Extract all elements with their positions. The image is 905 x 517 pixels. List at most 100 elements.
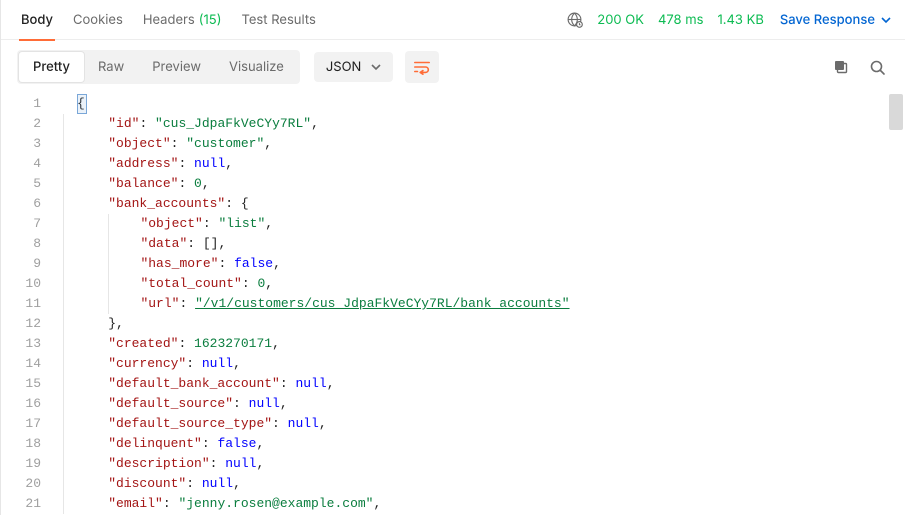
json-value: null xyxy=(295,376,326,391)
tab-test-results[interactable]: Test Results xyxy=(231,0,325,40)
json-link-value[interactable]: "/v1/customers/cus_JdpaFkVeCYy7RL/bank_a… xyxy=(195,296,569,311)
json-key: "id" xyxy=(108,116,139,131)
format-select[interactable]: JSON xyxy=(314,52,394,82)
tab-headers[interactable]: Headers (15) xyxy=(133,0,232,40)
json-key: "default_bank_account" xyxy=(108,376,280,391)
brace-open: { xyxy=(241,196,249,211)
line-number: 18 xyxy=(1,434,55,454)
line-number: 14 xyxy=(1,354,55,374)
chevron-down-icon xyxy=(881,15,891,25)
json-key: "delinquent" xyxy=(108,436,202,451)
code-line: 14 "currency": null, xyxy=(1,354,905,374)
json-key: "object" xyxy=(108,136,170,151)
tab-cookies-label: Cookies xyxy=(73,12,123,28)
json-value: false xyxy=(217,436,256,451)
json-value: "list" xyxy=(218,216,265,231)
code-line: 16 "default_source": null, xyxy=(1,394,905,414)
code-line: 17 "default_source_type": null, xyxy=(1,414,905,434)
code-line: 9 "has_more": false, xyxy=(1,254,905,274)
json-key: "default_source" xyxy=(108,396,233,411)
line-number: 21 xyxy=(1,494,55,514)
tab-headers-label: Headers xyxy=(143,12,195,28)
json-key: "balance" xyxy=(108,176,178,191)
line-number: 7 xyxy=(1,214,55,234)
json-key: "url" xyxy=(140,296,179,311)
wrap-lines-button[interactable] xyxy=(405,51,439,83)
json-key: "data" xyxy=(140,236,187,251)
line-number: 13 xyxy=(1,334,55,354)
json-value: "customer" xyxy=(186,136,264,151)
json-key: "default_source_type" xyxy=(108,416,272,431)
line-number: 6 xyxy=(1,194,55,214)
tab-cookies[interactable]: Cookies xyxy=(63,0,133,40)
status-size: 1.43 KB xyxy=(718,12,764,28)
line-number: 11 xyxy=(1,294,55,314)
save-response-button[interactable]: Save Response xyxy=(780,12,891,28)
code-line: 8 "data": [], xyxy=(1,234,905,254)
json-key: "object" xyxy=(140,216,202,231)
view-pretty-button[interactable]: Pretty xyxy=(19,52,84,82)
code-line: 5 "balance": 0, xyxy=(1,174,905,194)
line-number: 12 xyxy=(1,314,55,334)
copy-button[interactable] xyxy=(827,53,855,81)
code-line: 1 { xyxy=(1,94,905,114)
json-value: null xyxy=(249,396,280,411)
code-line: 12 }, xyxy=(1,314,905,334)
chevron-down-icon xyxy=(371,62,381,72)
view-raw-label: Raw xyxy=(98,59,124,75)
line-number: 15 xyxy=(1,374,55,394)
format-label: JSON xyxy=(326,59,362,75)
code-line: 4 "address": null, xyxy=(1,154,905,174)
response-meta: 200 OK 478 ms 1.43 KB xyxy=(566,11,764,28)
json-key: "address" xyxy=(108,156,178,171)
line-number: 2 xyxy=(1,114,55,134)
json-value: "cus_JdpaFkVeCYy7RL" xyxy=(155,116,311,131)
code-line: 13 "created": 1623270171, xyxy=(1,334,905,354)
wrap-icon xyxy=(413,59,431,75)
json-value: "jenny.rosen@example.com" xyxy=(178,496,373,511)
code-line: 7 "object": "list", xyxy=(1,214,905,234)
line-number: 16 xyxy=(1,394,55,414)
line-number: 20 xyxy=(1,474,55,494)
body-toolbar: Pretty Raw Preview Visualize JSON xyxy=(1,40,905,94)
json-value: 0 xyxy=(194,176,202,191)
json-value: false xyxy=(234,256,273,271)
code-line: 20 "discount": null, xyxy=(1,474,905,494)
json-key: "discount" xyxy=(108,476,186,491)
code-line: 18 "delinquent": false, xyxy=(1,434,905,454)
json-key: "has_more" xyxy=(140,256,218,271)
json-value: 1623270171 xyxy=(194,336,272,351)
response-body: 1 { 2 "id": "cus_JdpaFkVeCYy7RL", 3 "obj… xyxy=(1,94,905,517)
code-line: 2 "id": "cus_JdpaFkVeCYy7RL", xyxy=(1,114,905,134)
network-icon[interactable] xyxy=(566,11,583,28)
tab-headers-count: (15) xyxy=(199,12,222,28)
tab-body[interactable]: Body xyxy=(11,0,63,40)
json-value: null xyxy=(225,456,256,471)
code-line: 15 "default_bank_account": null, xyxy=(1,374,905,394)
view-visualize-button[interactable]: Visualize xyxy=(215,52,298,82)
search-button[interactable] xyxy=(863,53,891,81)
view-preview-button[interactable]: Preview xyxy=(138,52,215,82)
code-line: 3 "object": "customer", xyxy=(1,134,905,154)
line-number: 9 xyxy=(1,254,55,274)
save-response-label: Save Response xyxy=(780,12,875,28)
json-value: null xyxy=(194,156,225,171)
line-number: 10 xyxy=(1,274,55,294)
json-key: "created" xyxy=(108,336,178,351)
brace-close: }, xyxy=(108,316,124,331)
code-editor[interactable]: 1 { 2 "id": "cus_JdpaFkVeCYy7RL", 3 "obj… xyxy=(1,94,905,517)
view-mode-group: Pretty Raw Preview Visualize xyxy=(17,50,300,84)
json-value: null xyxy=(202,476,233,491)
code-line: 21 "email": "jenny.rosen@example.com", xyxy=(1,494,905,514)
code-line: 19 "description": null, xyxy=(1,454,905,474)
view-raw-button[interactable]: Raw xyxy=(84,52,138,82)
brace-open: { xyxy=(77,96,85,111)
tab-body-label: Body xyxy=(21,12,53,28)
json-value: null xyxy=(202,356,233,371)
json-value: [] xyxy=(203,236,219,251)
response-tabs: Body Cookies Headers (15) Test Results 2… xyxy=(1,0,905,40)
json-key: "currency" xyxy=(108,356,186,371)
json-key: "email" xyxy=(108,496,163,511)
json-key: "bank_accounts" xyxy=(108,196,225,211)
line-number: 8 xyxy=(1,234,55,254)
